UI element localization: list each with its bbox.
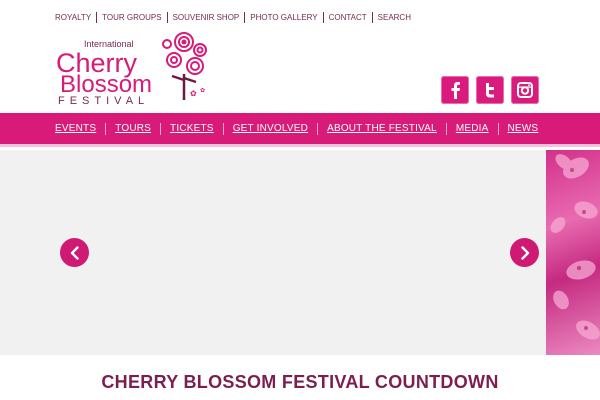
nav-link-souvenir-shop[interactable]: SOUVENIR SHOP <box>173 12 240 23</box>
divider <box>497 122 499 135</box>
chevron-left-icon <box>70 245 79 260</box>
divider <box>445 122 447 135</box>
main-nav-media[interactable]: MEDIA <box>456 123 489 134</box>
twitter-icon <box>486 83 494 98</box>
main-nav-get-involved[interactable]: GET INVOLVED <box>233 123 308 134</box>
divider <box>166 12 168 23</box>
cherry-blossom-photo <box>546 150 600 355</box>
main-nav: EVENTS TOURS TICKETS GET INVOLVED ABOUT … <box>0 113 600 147</box>
facebook-button[interactable] <box>441 76 469 104</box>
nav-link-search[interactable]: SEARCH <box>378 12 411 23</box>
blossom-petals-image <box>550 154 600 340</box>
social-links <box>441 76 539 104</box>
instagram-icon <box>517 82 533 98</box>
logo-line-blossom: Blossom <box>60 71 152 98</box>
instagram-button[interactable] <box>511 76 539 104</box>
divider <box>96 12 98 23</box>
svg-text:✿: ✿ <box>200 87 205 94</box>
logo-line-festival: FESTIVAL <box>58 95 149 107</box>
main-nav-tickets[interactable]: TICKETS <box>170 123 214 134</box>
divider <box>160 122 162 135</box>
chevron-right-icon <box>520 245 529 260</box>
blossom-swirls <box>162 32 207 75</box>
facebook-icon <box>451 82 460 99</box>
main-nav-news[interactable]: NEWS <box>508 123 539 134</box>
cherry-blossom-logo-icon: International Cherry Blossom FESTIVAL ✿ … <box>56 32 207 107</box>
countdown-heading: CHERRY BLOSSOM FESTIVAL COUNTDOWN <box>101 372 499 392</box>
nav-link-tour-groups[interactable]: TOUR GROUPS <box>102 12 161 23</box>
divider <box>244 12 246 23</box>
svg-text:✿: ✿ <box>190 89 197 98</box>
nav-link-contact[interactable]: CONTACT <box>329 12 367 23</box>
festival-logo[interactable]: International Cherry Blossom FESTIVAL ✿ … <box>54 30 214 110</box>
divider <box>322 12 324 23</box>
main-nav-tours[interactable]: TOURS <box>115 123 151 134</box>
utility-nav: ROYALTY TOUR GROUPS SOUVENIR SHOP PHOTO … <box>55 12 411 23</box>
main-nav-about-the-festival[interactable]: ABOUT THE FESTIVAL <box>327 123 437 134</box>
slider-prev-button[interactable] <box>60 238 89 267</box>
divider <box>105 122 107 135</box>
nav-link-royalty[interactable]: ROYALTY <box>55 12 91 23</box>
twitter-button[interactable] <box>476 76 504 104</box>
divider <box>371 12 373 23</box>
divider <box>317 122 319 135</box>
divider <box>222 122 224 135</box>
main-nav-events[interactable]: EVENTS <box>55 123 96 134</box>
nav-link-photo-gallery[interactable]: PHOTO GALLERY <box>250 12 317 23</box>
slider-next-button[interactable] <box>510 238 539 267</box>
